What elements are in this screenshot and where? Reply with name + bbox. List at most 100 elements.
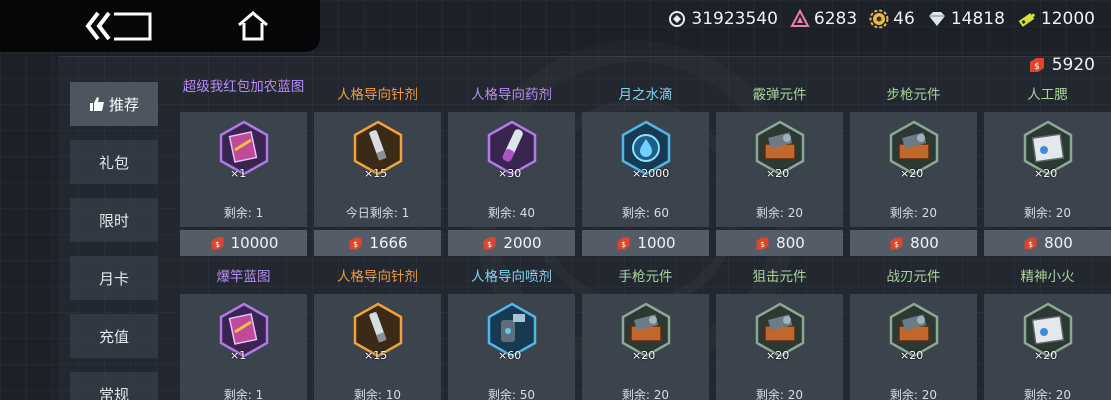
- sidebar-item-label: 充值: [98, 327, 129, 346]
- item-quantity: ×20: [1034, 349, 1058, 362]
- item-panel: ×1 剩余: 1: [180, 112, 307, 227]
- svg-text:$: $: [894, 239, 899, 248]
- item-remaining-stock: 剩余: 20: [755, 388, 804, 400]
- item-quantity: ×60: [498, 349, 522, 362]
- shop-item-card[interactable]: 人工腮 ×20 剩余: 20 $ 800: [984, 80, 1111, 256]
- item-name: 爆竿蓝图: [216, 269, 271, 285]
- thumbs-up-icon: [89, 97, 104, 111]
- shop-item-card[interactable]: 手枪元件 ×20 剩余: 20: [582, 262, 709, 400]
- shop-item-card[interactable]: 人格导向喷剂 ×60 剩余: 50: [448, 262, 575, 400]
- sidebar-item-label: 月卡: [98, 269, 129, 288]
- item-name: 精神小火: [1020, 269, 1075, 285]
- item-panel: ×60 剩余: 50: [448, 294, 575, 400]
- red-ticket-icon: $: [483, 237, 496, 249]
- sidebar-item-label: 常规: [98, 385, 129, 400]
- item-price: 10000: [230, 234, 279, 252]
- sidebar-item-regular[interactable]: 常规: [70, 372, 158, 400]
- item-panel: ×20 剩余: 20: [984, 294, 1111, 400]
- item-quantity: ×1: [230, 349, 247, 362]
- item-panel: ×20 剩余: 20: [850, 294, 977, 400]
- item-quantity: ×15: [364, 349, 388, 362]
- purchase-price-button[interactable]: $ 1000: [582, 230, 709, 256]
- back-button[interactable]: [84, 10, 154, 42]
- item-panel: ×2000 剩余: 60: [582, 112, 709, 227]
- purchase-price-button[interactable]: $ 10000: [180, 230, 307, 256]
- purchase-price-button[interactable]: $ 800: [984, 230, 1111, 256]
- shop-item-card[interactable]: 人格导向针剂 ×15 今日剩余: 1 $ 1666: [314, 80, 441, 256]
- item-remaining-stock: 剩余: 1: [223, 206, 264, 220]
- item-price: 1666: [369, 234, 408, 252]
- item-name: 人工腮: [1027, 87, 1068, 103]
- item-remaining-stock: 剩余: 10: [353, 388, 402, 400]
- svg-text:$: $: [1028, 239, 1033, 248]
- item-quantity: ×20: [766, 349, 790, 362]
- item-remaining-stock: 剩余: 20: [889, 388, 938, 400]
- item-panel: ×20 剩余: 20: [850, 112, 977, 227]
- sidebar-item-label: 推荐: [108, 95, 139, 114]
- item-remaining-stock: 剩余: 20: [755, 206, 804, 220]
- item-name: 人格导向喷剂: [471, 269, 552, 285]
- purchase-price-button[interactable]: $ 800: [716, 230, 843, 256]
- red-ticket-icon: $: [1024, 237, 1037, 249]
- item-quantity: ×2000: [632, 167, 670, 180]
- shop-item-card[interactable]: 人格导向药剂 ×30 剩余: 40 $ 2000: [448, 80, 575, 256]
- shop-item-grid: 超级我红包加农蓝图 ×1 剩余: 1 $ 10000 人格导向针剂 ×15 今日剩…: [180, 0, 1111, 400]
- item-name: 霰弹元件: [752, 87, 807, 103]
- purchase-price-button[interactable]: $ 2000: [448, 230, 575, 256]
- shop-item-card[interactable]: 爆竿蓝图 ×1 剩余: 1: [180, 262, 307, 400]
- item-panel: ×20 剩余: 20: [582, 294, 709, 400]
- item-panel: ×20 剩余: 20: [716, 112, 843, 227]
- item-name: 人格导向针剂: [337, 269, 418, 285]
- shop-item-card[interactable]: 精神小火 ×20 剩余: 20: [984, 262, 1111, 400]
- item-remaining-stock: 剩余: 20: [1023, 388, 1072, 400]
- sidebar-item-label: 限时: [98, 211, 129, 230]
- shop-item-card[interactable]: 战刃元件 ×20 剩余: 20: [850, 262, 977, 400]
- item-quantity: ×15: [364, 167, 388, 180]
- sidebar-item-recharge[interactable]: 充值: [70, 314, 158, 358]
- sidebar-item-packs[interactable]: 礼包: [70, 140, 158, 184]
- svg-text:$: $: [760, 239, 765, 248]
- shop-item-card[interactable]: 狙击元件 ×20 剩余: 20: [716, 262, 843, 400]
- item-name: 战刃元件: [886, 269, 941, 285]
- item-panel: ×20 剩余: 20: [984, 112, 1111, 227]
- item-panel: ×1 剩余: 1: [180, 294, 307, 400]
- sidebar-item-recommend[interactable]: 推荐: [70, 82, 158, 126]
- red-ticket-icon: $: [617, 237, 630, 249]
- svg-text:$: $: [621, 239, 626, 248]
- item-remaining-stock: 剩余: 60: [621, 206, 670, 220]
- item-remaining-stock: 今日剩余: 1: [345, 206, 410, 220]
- item-name: 狙击元件: [752, 269, 807, 285]
- item-quantity: ×20: [900, 349, 924, 362]
- item-remaining-stock: 剩余: 20: [1023, 206, 1072, 220]
- item-panel: ×30 剩余: 40: [448, 112, 575, 227]
- item-name: 超级我红包加农蓝图: [182, 79, 305, 95]
- shop-item-card[interactable]: 超级我红包加农蓝图 ×1 剩余: 1 $ 10000: [180, 80, 307, 256]
- shop-item-card[interactable]: 步枪元件 ×20 剩余: 20 $ 800: [850, 80, 977, 256]
- item-price: 1000: [637, 234, 676, 252]
- sidebar-item-label: 礼包: [98, 153, 129, 172]
- item-remaining-stock: 剩余: 20: [621, 388, 670, 400]
- item-remaining-stock: 剩余: 1: [223, 388, 264, 400]
- red-ticket-icon: $: [756, 237, 769, 249]
- item-name: 月之水滴: [618, 87, 673, 103]
- item-price: 800: [1044, 234, 1073, 252]
- svg-text:$: $: [353, 239, 358, 248]
- shop-item-card[interactable]: 霰弹元件 ×20 剩余: 20 $ 800: [716, 80, 843, 256]
- shop-item-card[interactable]: 月之水滴 ×2000 剩余: 60 $ 1000: [582, 80, 709, 256]
- item-remaining-stock: 剩余: 50: [487, 388, 536, 400]
- sidebar-item-limited[interactable]: 限时: [70, 198, 158, 242]
- item-remaining-stock: 剩余: 40: [487, 206, 536, 220]
- red-ticket-icon: $: [890, 237, 903, 249]
- item-price: 800: [776, 234, 805, 252]
- item-quantity: ×20: [632, 349, 656, 362]
- item-panel: ×20 剩余: 20: [716, 294, 843, 400]
- shop-item-card[interactable]: 人格导向针剂 ×15 剩余: 10: [314, 262, 441, 400]
- sidebar-item-monthly-card[interactable]: 月卡: [70, 256, 158, 300]
- item-name: 人格导向针剂: [337, 87, 418, 103]
- item-quantity: ×20: [900, 167, 924, 180]
- item-price: 800: [910, 234, 939, 252]
- purchase-price-button[interactable]: $ 1666: [314, 230, 441, 256]
- item-quantity: ×20: [1034, 167, 1058, 180]
- purchase-price-button[interactable]: $ 800: [850, 230, 977, 256]
- svg-text:$: $: [215, 239, 220, 248]
